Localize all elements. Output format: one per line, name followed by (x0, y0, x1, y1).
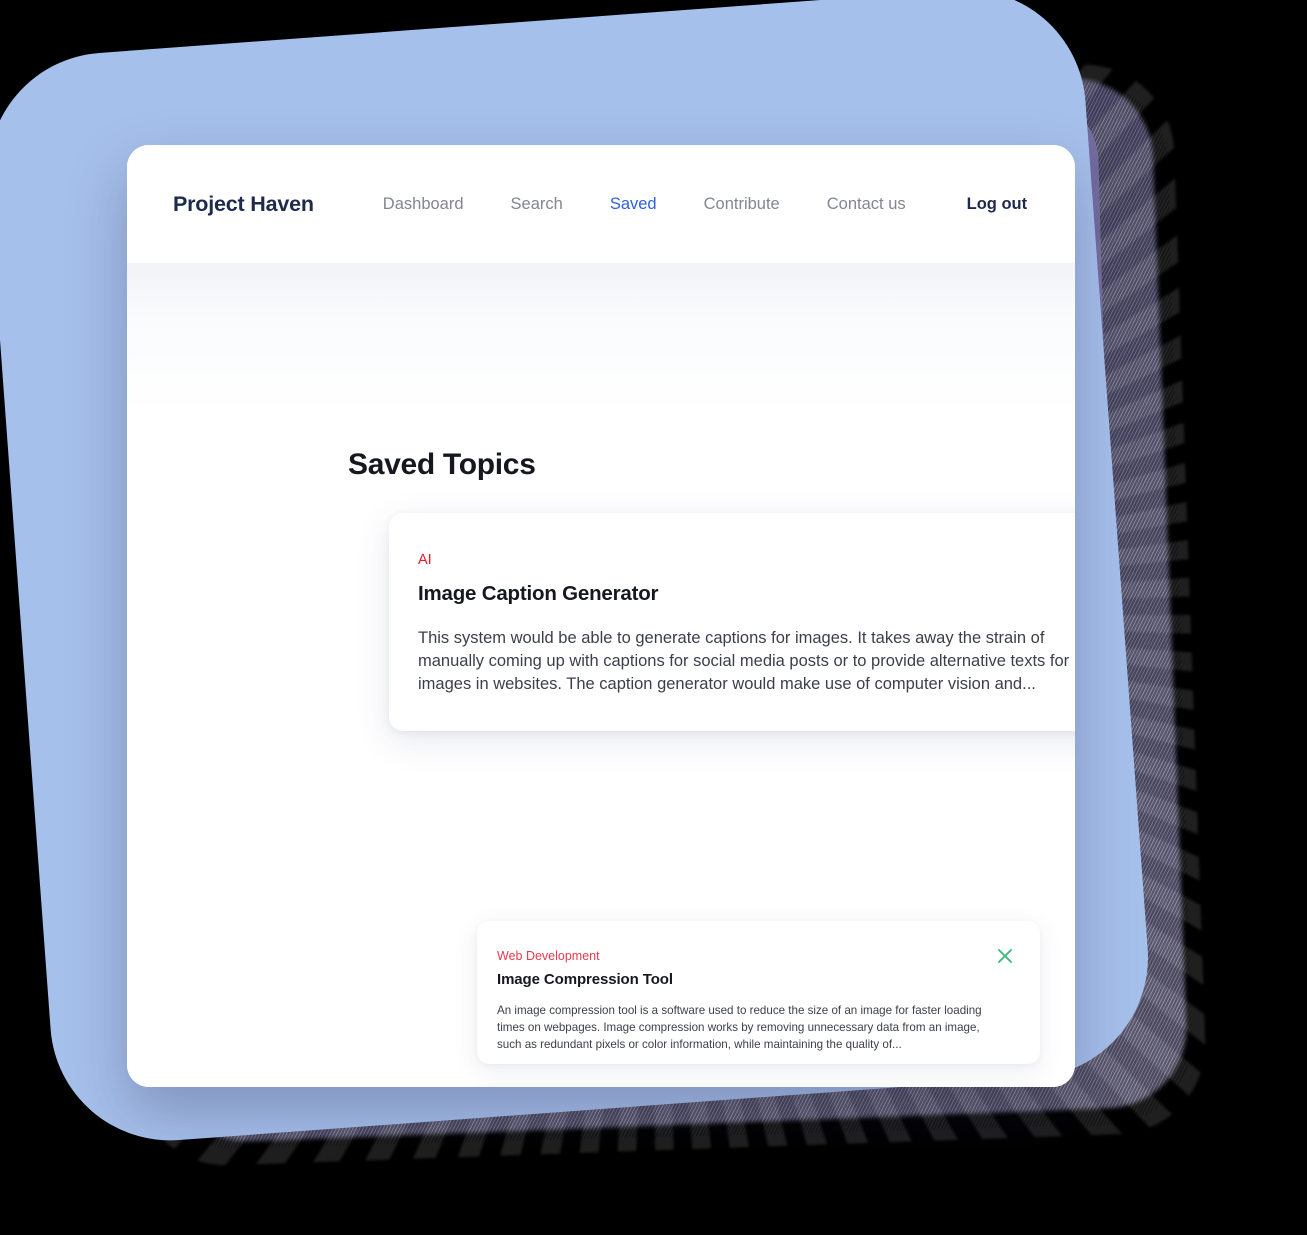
topic-description: An image compression tool is a software … (497, 1003, 982, 1051)
topic-card[interactable]: Web Development Image Compression Tool A… (477, 921, 1040, 1064)
close-x-icon (995, 946, 1015, 966)
nav-item-contact-us[interactable]: Contact us (827, 191, 906, 218)
top-navigation-bar: Project Haven Dashboard Search Saved Con… (127, 145, 1075, 263)
featured-topic-description: This system would be able to generate ca… (418, 628, 1070, 694)
nav-links: Dashboard Search Saved Contribute Contac… (383, 191, 906, 218)
topic-title: Image Compression Tool (497, 970, 673, 988)
screenshot-stage: Project Haven Dashboard Search Saved Con… (0, 0, 1307, 1235)
topic-category-label: Web Development (497, 949, 600, 963)
nav-item-saved[interactable]: Saved (610, 191, 657, 218)
logout-button[interactable]: Log out (967, 195, 1027, 214)
page-title: Saved Topics (348, 448, 536, 481)
nav-item-search[interactable]: Search (511, 191, 563, 218)
nav-item-contribute[interactable]: Contribute (704, 191, 780, 218)
topic-remove-button[interactable] (994, 945, 1016, 967)
featured-category-label: AI (418, 552, 432, 568)
featured-topic-title: Image Caption Generator (418, 581, 659, 605)
nav-item-dashboard[interactable]: Dashboard (383, 191, 464, 218)
featured-topic-card[interactable]: AI Image Caption Generator This system w… (389, 513, 1075, 731)
app-window: Project Haven Dashboard Search Saved Con… (127, 145, 1075, 1087)
brand-logo[interactable]: Project Haven (173, 192, 314, 217)
